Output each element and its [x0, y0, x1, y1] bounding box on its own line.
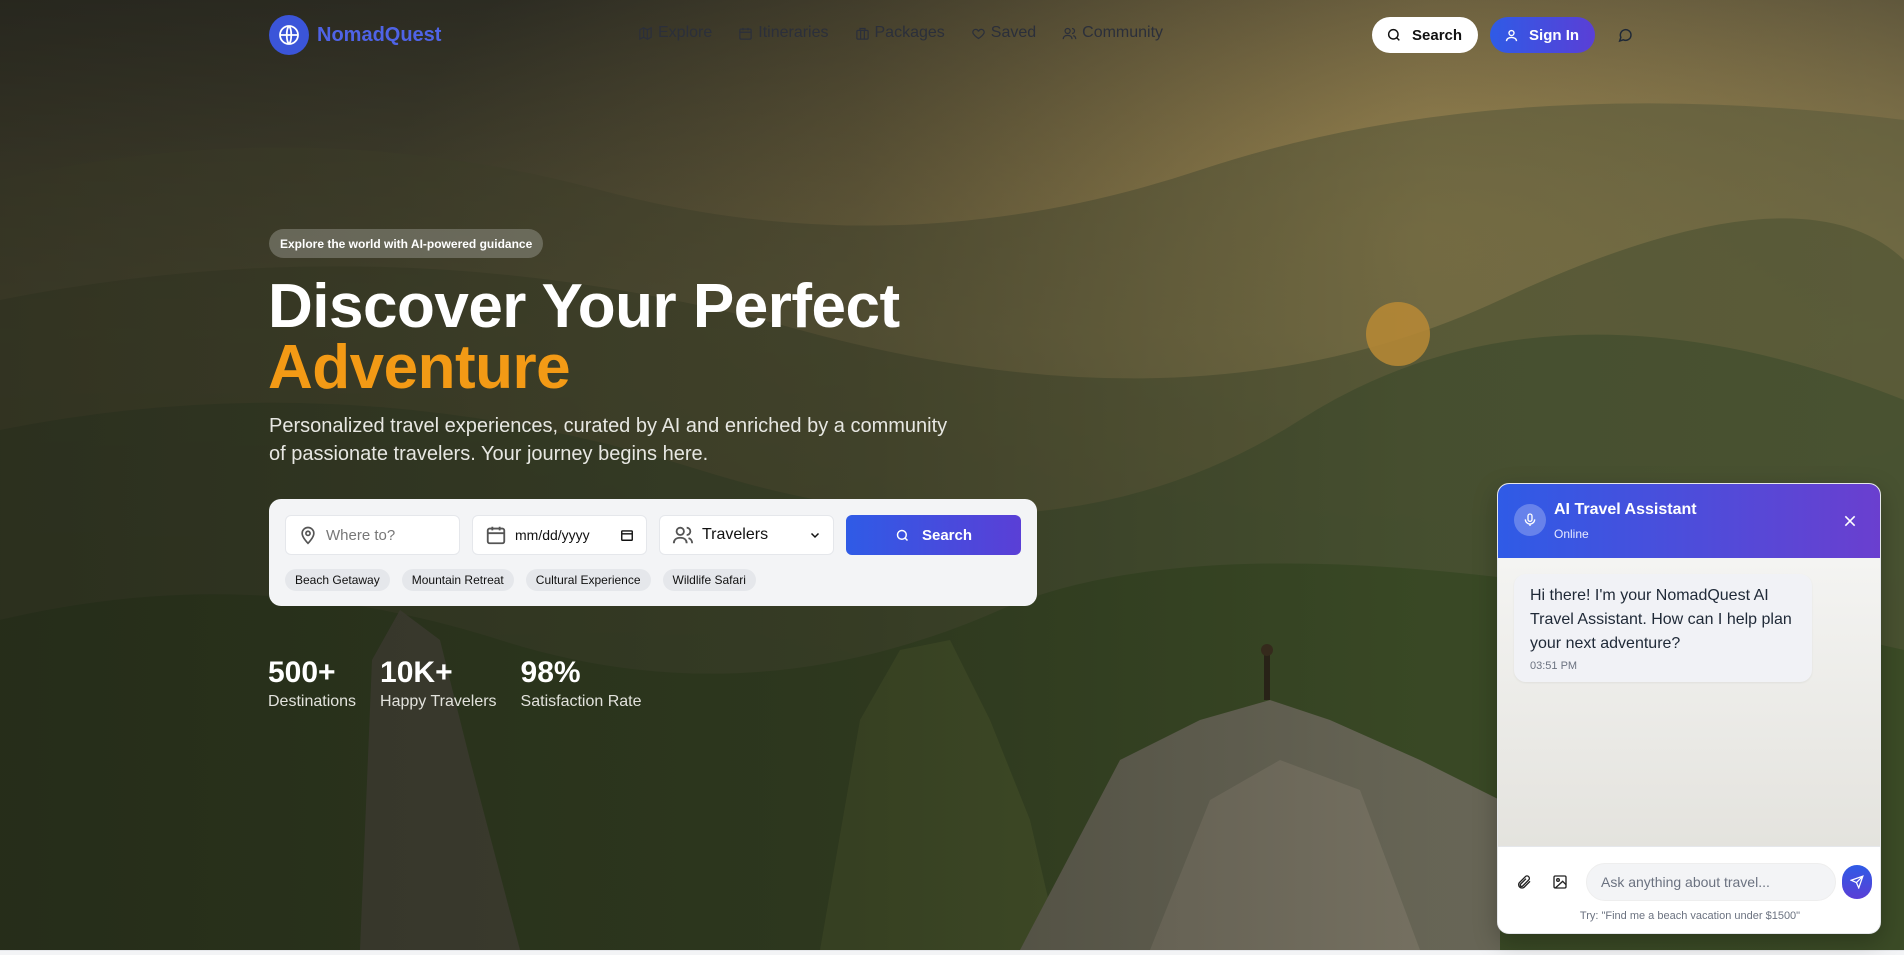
- nav-search-label: Search: [1412, 26, 1463, 44]
- globe-icon: [269, 15, 309, 55]
- chat-status: Online: [1554, 527, 1589, 541]
- briefcase-icon: [855, 27, 869, 40]
- nav-itineraries-label: Itineraries: [758, 24, 829, 41]
- nav-explore[interactable]: Explore: [638, 24, 712, 42]
- nav-links: Explore Itineraries Packages Saved Commu…: [638, 24, 1163, 42]
- headline-line1: Discover Your Perfect: [268, 272, 900, 341]
- sign-in-label: Sign In: [1529, 26, 1580, 44]
- stat-label: Happy Travelers: [380, 693, 497, 710]
- hero-tagline-badge: Explore the world with AI-powered guidan…: [269, 229, 544, 258]
- nav-community[interactable]: Community: [1062, 24, 1163, 42]
- users-icon: [672, 526, 694, 544]
- brand-name: NomadQuest: [317, 23, 442, 46]
- message-circle-icon: [1618, 28, 1632, 43]
- nav-actions: Search Sign In: [1372, 17, 1639, 53]
- nav-itineraries[interactable]: Itineraries: [738, 24, 829, 42]
- chat-header: AI Travel Assistant Online: [1498, 484, 1880, 558]
- search-submit-button[interactable]: Search: [846, 515, 1021, 555]
- stat-happy-travelers: 10K+ Happy Travelers: [380, 655, 497, 711]
- hero-stats: 500+ Destinations 10K+ Happy Travelers 9…: [268, 655, 642, 711]
- stat-label: Satisfaction Rate: [520, 693, 642, 710]
- search-icon: [896, 529, 908, 541]
- map-pin-icon: [301, 526, 315, 545]
- hero-subheading: Personalized travel experiences, curated…: [269, 415, 948, 465]
- nav-community-label: Community: [1082, 24, 1164, 41]
- heart-icon: [972, 28, 985, 39]
- users-icon: [1062, 27, 1077, 39]
- sign-in-button[interactable]: Sign In: [1490, 17, 1596, 53]
- chip-mountain-retreat[interactable]: Mountain Retreat: [401, 569, 514, 591]
- user-icon: [1505, 29, 1518, 41]
- image-icon[interactable]: [1548, 870, 1572, 894]
- brand-logo[interactable]: NomadQuest: [269, 15, 441, 55]
- calendar-icon: [486, 526, 506, 545]
- chat-input-area: Try: "Find me a beach vacation under $15…: [1498, 846, 1880, 933]
- chat-title: AI Travel Assistant: [1554, 501, 1697, 518]
- trip-search-card: Where to? mm/dd/yyyy Travelers Search Be…: [269, 499, 1037, 606]
- calendar-icon: [739, 27, 752, 40]
- map-icon: [639, 26, 652, 40]
- headline-accent: Adventure: [268, 333, 571, 402]
- stat-destinations: 500+ Destinations: [268, 655, 356, 711]
- chevron-down-icon: [810, 532, 820, 539]
- message-timestamp: 03:51 PM: [1530, 660, 1578, 672]
- nav-explore-label: Explore: [658, 24, 713, 41]
- date-field[interactable]: mm/dd/yyyy: [472, 515, 647, 555]
- nav-packages[interactable]: Packages: [855, 24, 945, 42]
- nav-search-button[interactable]: Search: [1372, 17, 1479, 53]
- date-placeholder: mm/dd/yyyy: [515, 527, 590, 543]
- stat-value: 10K+: [380, 656, 453, 689]
- close-icon[interactable]: [1840, 511, 1860, 531]
- nav-packages-label: Packages: [874, 24, 945, 41]
- chat-message-input[interactable]: [1586, 863, 1836, 901]
- send-icon: [1850, 875, 1864, 889]
- top-navbar: NomadQuest Explore Itineraries Packages …: [0, 0, 1904, 70]
- chat-messages: Hi there! I'm your NomadQuest AI Travel …: [1498, 558, 1880, 846]
- paperclip-icon[interactable]: [1512, 870, 1536, 894]
- chip-beach-getaway[interactable]: Beach Getaway: [285, 569, 390, 591]
- stat-satisfaction-rate: 98% Satisfaction Rate: [521, 655, 642, 711]
- page-bottom-edge: [0, 950, 1904, 955]
- quick-filter-chips: Beach Getaway Mountain Retreat Cultural …: [285, 569, 756, 591]
- stat-label: Destinations: [268, 693, 357, 710]
- hero-headline: Discover Your Perfect Adventure: [268, 276, 900, 402]
- message-text: Hi there! I'm your NomadQuest AI Travel …: [1530, 587, 1792, 652]
- nav-saved[interactable]: Saved: [971, 24, 1036, 42]
- chat-toggle-button[interactable]: [1611, 21, 1639, 49]
- stat-value: 500+: [268, 656, 336, 689]
- assistant-message: Hi there! I'm your NomadQuest AI Travel …: [1514, 574, 1812, 682]
- search-submit-label: Search: [921, 526, 973, 544]
- microphone-icon[interactable]: [1514, 504, 1546, 536]
- destination-placeholder: Where to?: [326, 526, 396, 544]
- chip-cultural-experience[interactable]: Cultural Experience: [525, 569, 651, 591]
- send-button[interactable]: [1842, 865, 1872, 899]
- travelers-select[interactable]: Travelers: [659, 515, 834, 555]
- travelers-value: Travelers: [702, 526, 769, 543]
- chat-hint: Try: "Find me a beach vacation under $15…: [1579, 910, 1801, 922]
- nav-saved-label: Saved: [990, 24, 1037, 41]
- search-icon: [1387, 28, 1400, 41]
- stat-value: 98%: [520, 656, 581, 689]
- chip-wildlife-safari[interactable]: Wildlife Safari: [662, 569, 756, 591]
- date-picker-icon[interactable]: [620, 528, 634, 542]
- destination-field[interactable]: Where to?: [285, 515, 460, 555]
- sun-glow: [1366, 302, 1430, 366]
- ai-chat-widget: AI Travel Assistant Online Hi there! I'm…: [1497, 483, 1881, 934]
